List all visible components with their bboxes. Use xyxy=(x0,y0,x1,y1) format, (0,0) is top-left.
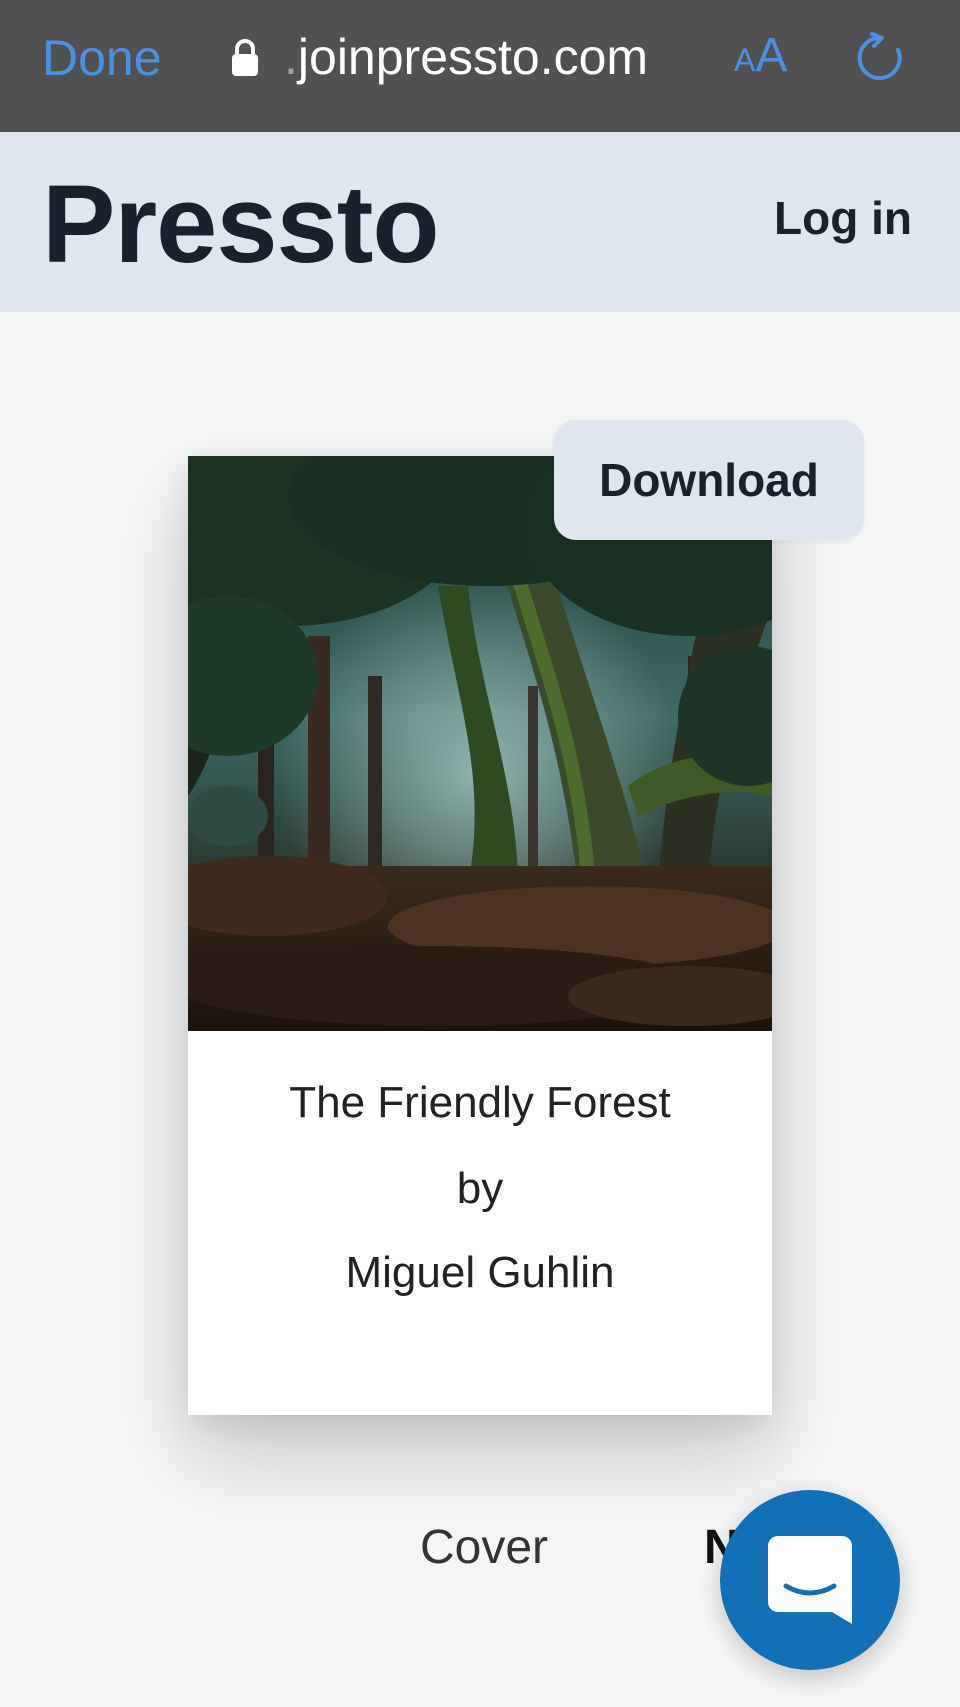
book-cover-image xyxy=(188,456,772,1031)
page-nav-cover[interactable]: Cover xyxy=(420,1518,548,1578)
text-size-button[interactable]: AA xyxy=(734,28,787,88)
url-prefix: . xyxy=(284,29,298,85)
brand-logo-text[interactable]: Pressto xyxy=(42,160,440,290)
site-header: Pressto Log in xyxy=(0,132,960,312)
url-text: joinpressto.com xyxy=(297,29,649,85)
text-size-small-glyph: A xyxy=(734,42,756,78)
chat-launcher-button[interactable] xyxy=(720,1490,900,1670)
reload-icon[interactable] xyxy=(852,30,908,86)
lock-icon xyxy=(232,39,258,76)
forest-photo xyxy=(188,456,772,1031)
book-author: Miguel Guhlin xyxy=(345,1248,615,1297)
download-button[interactable]: Download xyxy=(554,420,864,540)
page: Done .joinpressto.com AA Pressto Log in xyxy=(0,0,960,1707)
book-card: The Friendly Forest by Miguel Guhlin xyxy=(188,456,772,1415)
done-button[interactable]: Done xyxy=(42,28,162,88)
chat-icon xyxy=(768,1536,852,1624)
book-by-label: by xyxy=(456,1164,504,1213)
text-size-big-glyph: A xyxy=(755,29,788,82)
browser-toolbar: Done .joinpressto.com AA xyxy=(0,0,960,132)
book-title: The Friendly Forest xyxy=(289,1078,671,1127)
book-title-page: The Friendly Forest by Miguel Guhlin xyxy=(188,1031,772,1415)
login-link[interactable]: Log in xyxy=(774,188,912,248)
url-field[interactable]: .joinpressto.com xyxy=(284,26,648,88)
